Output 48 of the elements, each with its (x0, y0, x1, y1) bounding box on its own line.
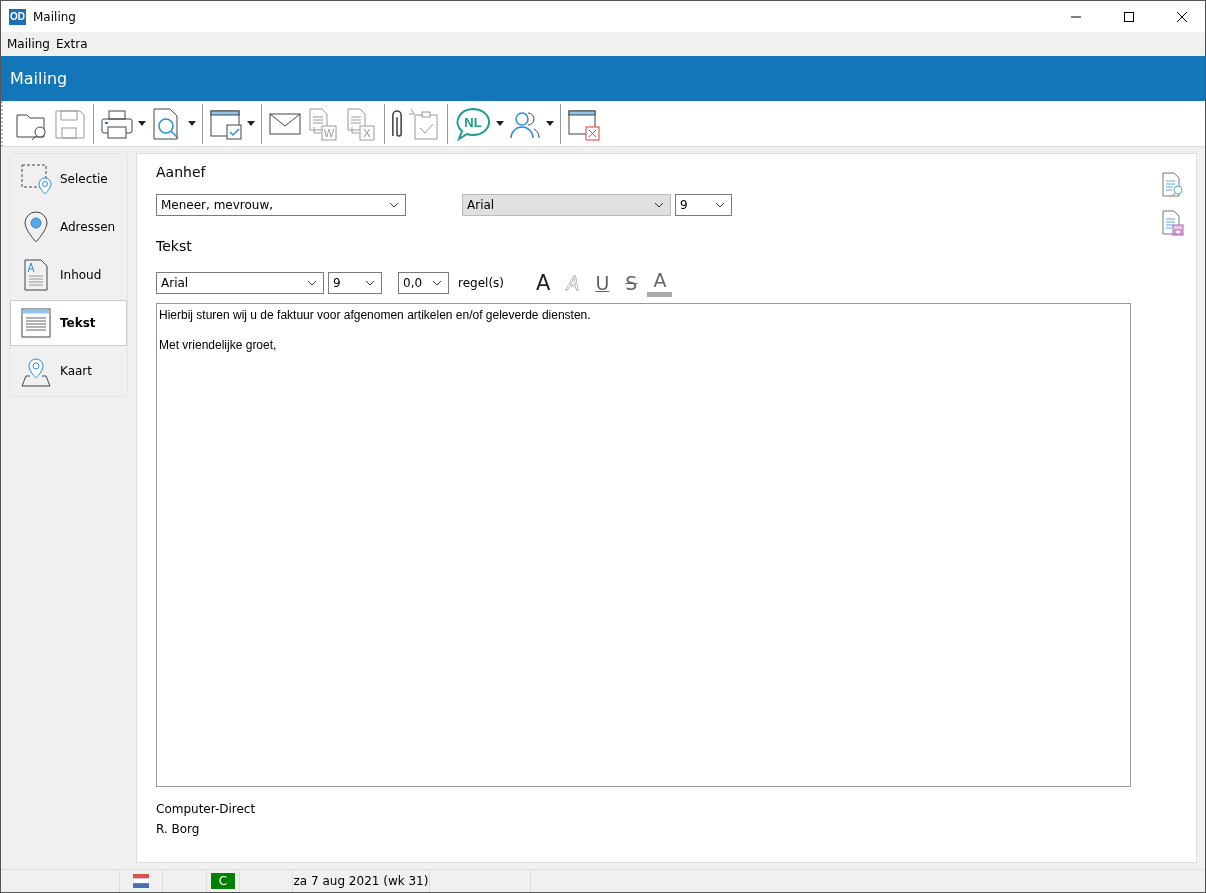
menu-item[interactable]: Mailing (4, 37, 53, 51)
sidebar-label: Kaart (60, 364, 92, 378)
signature-line: R. Borg (156, 821, 201, 838)
salutation-dropdown[interactable]: Meneer, mevrouw, (156, 194, 406, 216)
close-icon (1177, 11, 1187, 22)
section-heading: Aanhef (156, 164, 207, 182)
clipboard-check-icon (407, 106, 441, 141)
format-button[interactable]: S (619, 270, 644, 295)
format-button[interactable]: A (530, 270, 557, 295)
sidebar-item[interactable]: Adressen (10, 204, 127, 250)
paperclip-icon (391, 109, 403, 138)
app-logo: OD (9, 8, 26, 25)
dropdown-arrow-icon (496, 121, 504, 126)
maximize-icon (1124, 11, 1134, 22)
dutch-flag-icon (133, 874, 149, 888)
font-dropdown[interactable]: Arial (156, 271, 324, 294)
format-button[interactable]: A (560, 270, 586, 295)
status-date: za 7 aug 2021 (wk 31) (293, 874, 429, 888)
dropdown-arrow-icon (247, 121, 255, 126)
format-button[interactable]: A (647, 268, 673, 297)
signature-line: Computer-Direct (156, 801, 257, 818)
section-heading: Tekst (156, 238, 193, 256)
status-badge: C (211, 873, 235, 889)
sidebar-label: Selectie (60, 172, 108, 186)
menu-item[interactable]: Extra (52, 37, 91, 51)
text-area[interactable]: Hierbij sturen wij u de faktuur voor afgenomen artikelen en/of geleverde diensten. Met vriendelijke groet, (156, 303, 1131, 787)
spacing-dropdown[interactable]: 0,0 (398, 271, 449, 294)
sidebar-item[interactable]: Selectie (10, 156, 127, 202)
sidebar-item[interactable]: Tekst (10, 300, 127, 346)
speech-bubble-icon: NL (454, 106, 492, 141)
sidebar-label: Adressen (60, 220, 116, 234)
document-preview-icon[interactable] (1161, 172, 1185, 198)
selection-pin-icon (20, 162, 52, 196)
sidebar-label: Inhoud (60, 268, 102, 282)
window-title: Mailing (33, 9, 77, 24)
sidebar-label: Tekst (60, 316, 96, 330)
sidebar-item[interactable]: Inhoud (10, 252, 127, 298)
dropdown-arrow-icon (188, 121, 196, 126)
format-button[interactable]: U (589, 270, 616, 295)
dropdown-arrow-icon (546, 121, 554, 126)
header-title: Mailing (10, 69, 68, 88)
dropdown-arrow-icon (138, 121, 146, 126)
document-save-icon[interactable] (1161, 210, 1185, 236)
size-dropdown[interactable]: 9 (675, 194, 732, 216)
size-dropdown[interactable]: 9 (328, 271, 382, 294)
text-lines-icon (20, 306, 52, 340)
sidebar-item[interactable]: Kaart (10, 348, 127, 394)
spacing-unit-label: regel(s) (458, 275, 504, 290)
